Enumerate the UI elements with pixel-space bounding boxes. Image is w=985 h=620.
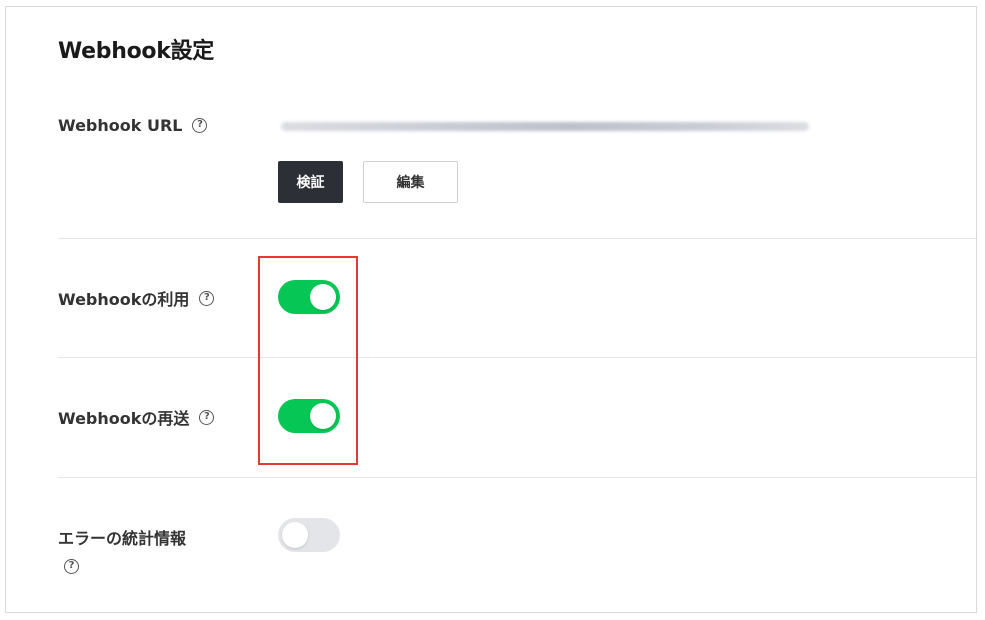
- toggle-knob: [282, 522, 308, 548]
- divider: [58, 477, 978, 478]
- divider: [58, 357, 978, 358]
- help-icon[interactable]: ?: [199, 290, 215, 306]
- use-webhook-label: Webhookの利用: [58, 290, 190, 309]
- verify-button[interactable]: 検証: [278, 161, 343, 203]
- panel-title: Webhook設定: [58, 39, 214, 64]
- highlight-box: [258, 256, 358, 465]
- help-icon[interactable]: ?: [64, 559, 79, 574]
- webhook-url-label: Webhook URL: [58, 116, 183, 135]
- redelivery-label: Webhookの再送: [58, 409, 190, 428]
- error-stats-row-label: エラーの統計情報: [58, 525, 186, 549]
- divider: [58, 238, 978, 239]
- webhook-url-value-redacted: [281, 122, 809, 131]
- webhook-url-row-label: Webhook URL ?: [58, 116, 208, 135]
- edit-button[interactable]: 編集: [363, 161, 458, 203]
- redelivery-row-label: Webhookの再送 ?: [58, 405, 215, 429]
- error-stats-toggle[interactable]: [278, 518, 340, 552]
- help-icon[interactable]: ?: [199, 409, 215, 425]
- help-icon[interactable]: ?: [192, 118, 208, 133]
- error-stats-label: エラーの統計情報: [58, 529, 187, 548]
- use-webhook-row-label: Webhookの利用 ?: [58, 286, 215, 310]
